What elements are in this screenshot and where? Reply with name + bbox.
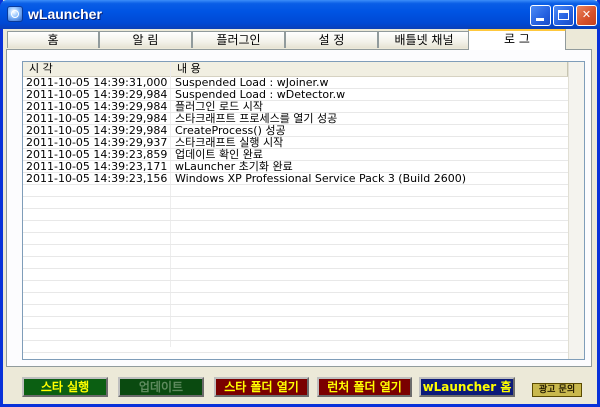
row-gridline [23,316,568,317]
ad-inquiry-button[interactable]: 광고 문의 [532,383,582,397]
log-panel: 시 각 내 용 2011-10-05 14:39:31,000 Suspended… [6,49,592,367]
star-folder-button[interactable]: 스타 폴더 열기 [214,377,309,397]
app-window: wLauncher ✕ 홈 알 림 플러그인 설 정 배틀넷 채널 로 그 시 … [0,0,600,407]
tab-bar: 홈 알 림 플러그인 설 정 배틀넷 채널 로 그 [3,29,597,50]
row-gridline [23,340,568,341]
close-button[interactable]: ✕ [576,5,597,26]
column-header-message[interactable]: 내 용 [171,62,568,77]
vertical-scrollbar[interactable] [568,62,584,359]
title-bar[interactable]: wLauncher ✕ [0,0,600,29]
wlauncher-home-button[interactable]: wLauncher 홈 [419,377,515,397]
update-button[interactable]: 업데이트 [118,377,204,397]
row-gridline [23,304,568,305]
column-header-time[interactable]: 시 각 [23,62,171,77]
row-gridline [23,244,568,245]
tab-settings[interactable]: 설 정 [285,31,378,48]
tab-battlenet-channel[interactable]: 배틀넷 채널 [378,31,470,48]
window-title: wLauncher [28,6,102,22]
launcher-folder-button[interactable]: 런처 폴더 열기 [317,377,412,397]
row-gridline [23,256,568,257]
row-gridline [23,328,568,329]
maximize-icon [558,10,569,20]
close-icon: ✕ [581,8,592,21]
tab-log[interactable]: 로 그 [468,29,566,50]
row-gridline [23,232,568,233]
log-list-header: 시 각 내 용 [23,62,568,77]
app-icon [7,6,23,22]
tab-notifications[interactable]: 알 림 [99,31,192,48]
log-list[interactable]: 시 각 내 용 2011-10-05 14:39:31,000 Suspended… [22,61,585,360]
row-gridline [23,268,568,269]
row-gridline [23,292,568,293]
minimize-button[interactable] [530,5,551,26]
maximize-button[interactable] [553,5,574,26]
minimize-icon [536,18,544,21]
row-gridline [23,208,568,209]
tab-home[interactable]: 홈 [7,31,99,48]
row-gridline [23,352,568,353]
log-time: 2011-10-05 14:39:23,156 [26,172,168,185]
row-gridline [23,196,568,197]
log-message: Windows XP Professional Service Pack 3 (… [175,172,466,185]
tab-plugins[interactable]: 플러그인 [192,31,285,48]
log-row[interactable]: 2011-10-05 14:39:23,156 Windows XP Profes… [23,173,568,185]
row-gridline [23,280,568,281]
star-run-button[interactable]: 스타 실행 [22,377,108,397]
row-gridline [23,220,568,221]
